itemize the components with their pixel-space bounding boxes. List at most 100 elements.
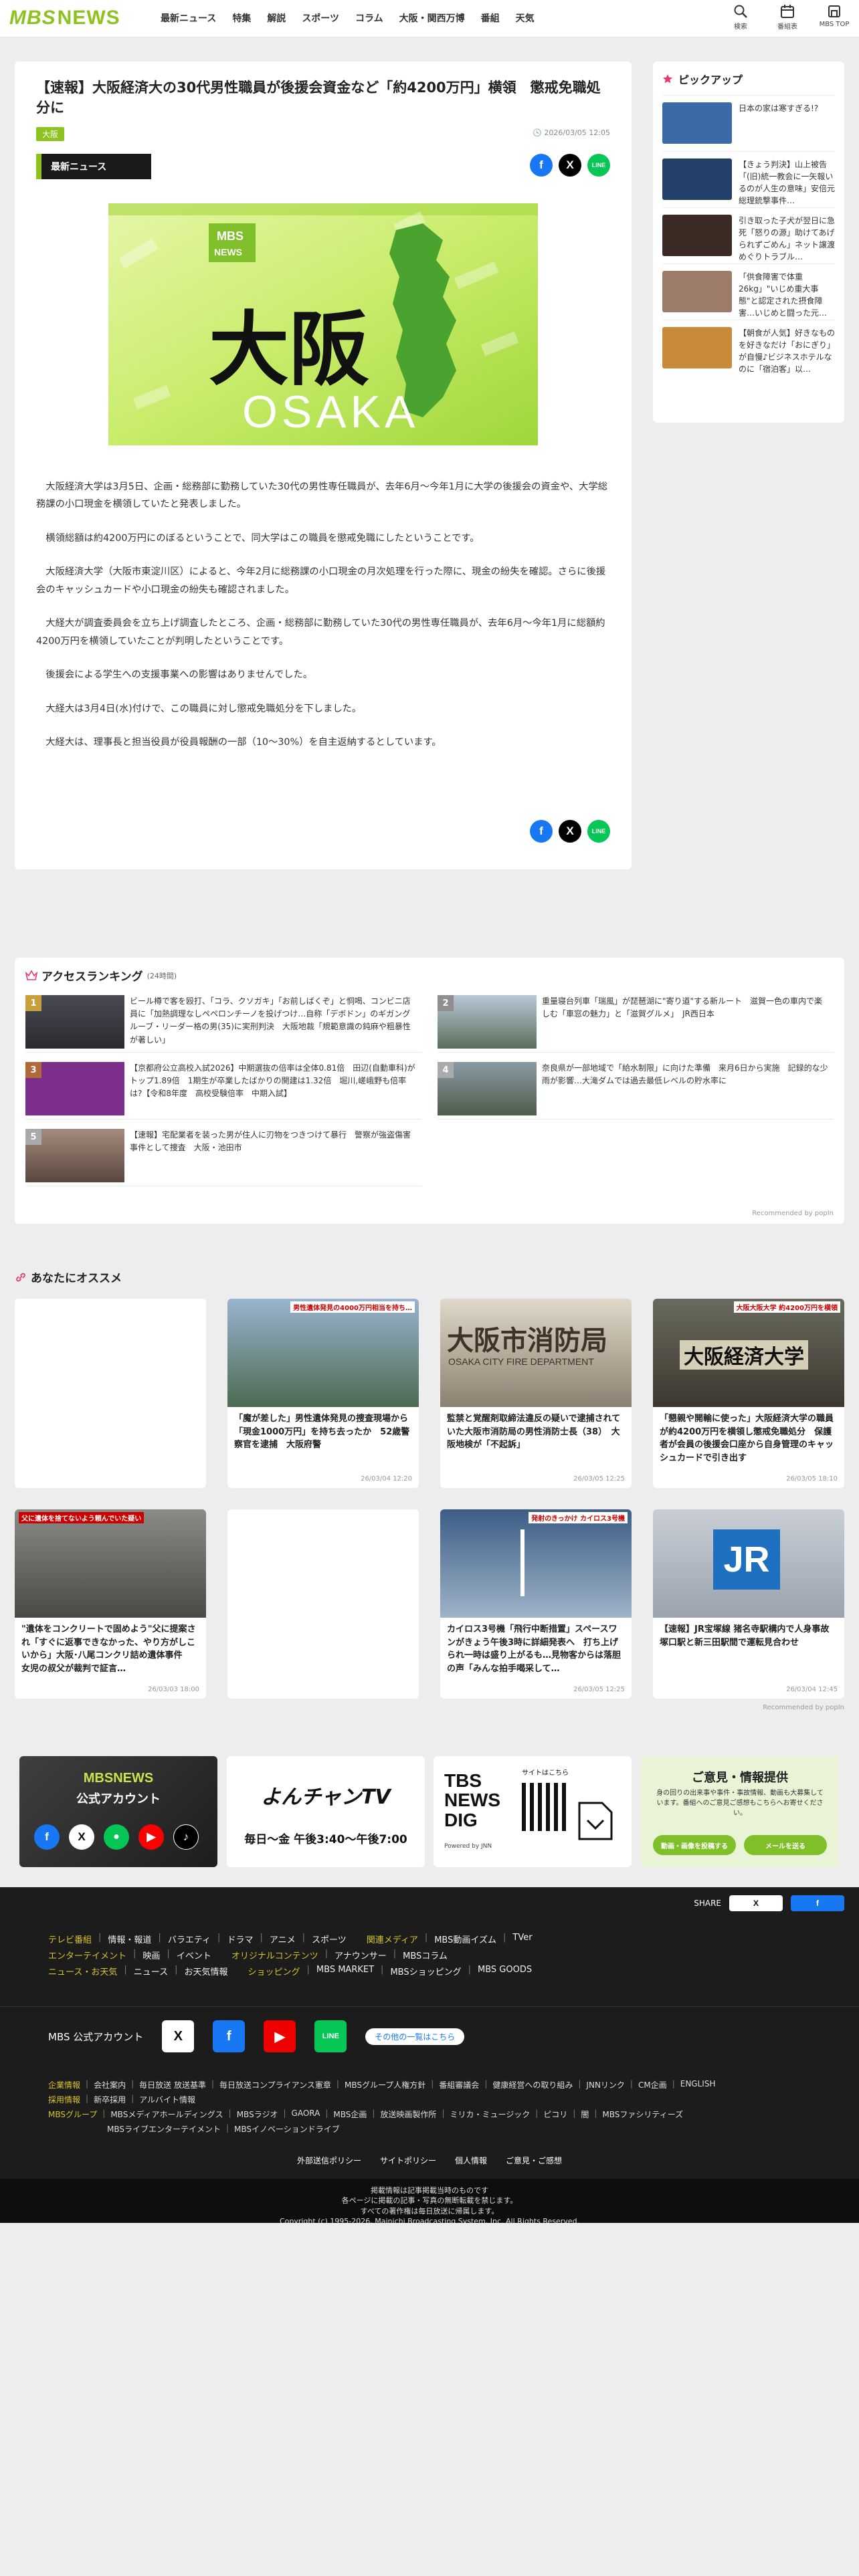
ranking-item[interactable]: 3 【京都府公立高校入試2026】中期選抜の倍率は全体0.81倍 田辺(自動車科…	[25, 1062, 421, 1119]
footer-link[interactable]: GAORA	[292, 2109, 320, 2120]
footer-link[interactable]: ENGLISH	[680, 2079, 716, 2090]
footer-link[interactable]: 情報・報道	[108, 1933, 151, 1945]
pickup-item-text: 【朝食が人気】好きなものを好きなだけ「おにぎり」が自慢♪ビジネスホテルなのに「宿…	[739, 328, 835, 374]
footer-link[interactable]: MBS企画	[333, 2109, 367, 2120]
footer-link[interactable]: 新卒採用	[94, 2094, 126, 2105]
pickup-item[interactable]: 【きょう判決】山上被告「(旧)統一教会に一矢報いるのが人生の意味」安倍元総理銃撃…	[662, 151, 835, 207]
opinion-video-button[interactable]: 動画・画像を投稿する	[653, 1835, 736, 1855]
mbs-official-banner[interactable]: MBSNEWS 公式アカウント f X ● ▶ ♪	[19, 1756, 217, 1867]
category-badge[interactable]: 大阪	[36, 127, 65, 141]
x-icon[interactable]: X	[162, 2020, 195, 2052]
footer-x-share[interactable]: X	[729, 1895, 783, 1911]
footer-link[interactable]: MBSファシリティーズ	[602, 2109, 683, 2120]
policy-link[interactable]: 個人情報	[455, 2155, 487, 2166]
opinion-mail-button[interactable]: メールを送る	[744, 1835, 827, 1855]
footer-link[interactable]: アルバイト情報	[139, 2094, 195, 2105]
official-more-link[interactable]: その他の一覧はこちら	[365, 2028, 465, 2045]
tbs-newsdig-banner[interactable]: TBS NEWS DIG Powered by JNN サイトはこちら	[434, 1756, 632, 1867]
search-button[interactable]: 検索	[725, 4, 756, 31]
recommend-card[interactable]: 発射のきっかけ カイロス3号機 カイロス3号機「飛行中断措置」スペースワンがきょ…	[440, 1509, 632, 1699]
policy-link[interactable]: サイトポリシー	[380, 2155, 436, 2166]
nav-expo[interactable]: 大阪・関西万博	[399, 11, 465, 25]
footer-link[interactable]: 映画	[142, 1949, 160, 1961]
footer-link[interactable]: 放送映画製作所	[380, 2109, 436, 2120]
footer-link[interactable]: 会社案内	[94, 2079, 126, 2090]
footer-link[interactable]: MBSショッピング	[390, 1965, 461, 1977]
footer-facebook-share[interactable]: f	[791, 1895, 844, 1911]
tbs-line3: DIG	[444, 1809, 478, 1830]
footer-link[interactable]: MBSグループ人権方針	[345, 2079, 425, 2090]
recommend-card[interactable]	[15, 1299, 206, 1488]
footer-link[interactable]: ニュース	[134, 1965, 168, 1977]
footer-link[interactable]: JNNリンク	[586, 2079, 625, 2090]
footer-link[interactable]: CM企画	[638, 2079, 667, 2090]
recommend-card[interactable]: 父に遺体を捨てないよう頼んでいた疑い "遺体をコンクリートで固めよう"父に提案さ…	[15, 1509, 206, 1699]
footer-link[interactable]: アニメ	[270, 1933, 296, 1945]
nav-sports[interactable]: スポーツ	[302, 11, 339, 25]
footer-link[interactable]: MBS MARKET	[316, 1965, 374, 1977]
footer-link[interactable]: 毎日放送 放送基準	[139, 2079, 206, 2090]
pickup-item[interactable]: 日本の家は寒すぎる!?	[662, 95, 835, 151]
copy-line: 各ページに掲載の記事・写真の無断転載を禁じます。	[341, 2196, 518, 2206]
nav-weather[interactable]: 天気	[516, 11, 535, 25]
facebook-icon[interactable]: f	[213, 2020, 246, 2052]
footer-link[interactable]: ミリカ・ミュージック	[450, 2109, 530, 2120]
schedule-button[interactable]: 番組表	[772, 4, 803, 31]
policy-link[interactable]: 外部送信ポリシー	[297, 2155, 361, 2166]
line-share-button[interactable]: LINE	[587, 820, 610, 843]
recommend-card[interactable]: 男性遺体発見の4000万円相当を持ち… 「魔が差した」男性遺体発見の捜査現場から…	[227, 1299, 419, 1488]
pickup-item[interactable]: 【朝食が人気】好きなものを好きなだけ「おにぎり」が自慢♪ビジネスホテルなのに「宿…	[662, 320, 835, 376]
footer-line: テレビ番組 | 情報・報道 | バラエティ | ドラマ | アニメ | スポーツ 関連メディア | MBS…	[48, 1933, 533, 1945]
line-icon[interactable]: LINE	[314, 2020, 347, 2052]
footer-link[interactable]: 毎日放送コンプライアンス憲章	[219, 2079, 331, 2090]
ranking-item[interactable]: 5 【速報】宅配業者を装った男が住人に刃物をつきつけて暴行 警察が強盗傷害事件と…	[25, 1129, 421, 1186]
footer-link[interactable]: MBSコラム	[403, 1949, 448, 1961]
card-image: 大阪大阪大学 約4200万円を横領 大阪経済大学	[653, 1299, 844, 1407]
page-bottom-area	[0, 2223, 859, 2576]
nav-commentary[interactable]: 解説	[267, 11, 286, 25]
footer-link[interactable]: MBSイノベーションドライブ	[234, 2123, 340, 2135]
line-share-button[interactable]: LINE	[587, 154, 610, 177]
pickup-item[interactable]: 「供食障害で体重26kg」"いじめ重大事態"と認定された摂食障害…いじめと闘った…	[662, 263, 835, 320]
pickup-thumbnail	[662, 327, 732, 368]
ranking-item[interactable]: 4 奈良県が一部地域で「給水制限」に向けた準備 来月6日から実施 記録的な少雨が…	[438, 1062, 834, 1119]
x-share-button[interactable]: X	[559, 154, 581, 177]
nav-latest[interactable]: 最新ニュース	[161, 11, 216, 25]
opinion-banner[interactable]: ご意見・情報提供 身の回りの出来事や事件・事故情報、動画も大募集しています。番組…	[641, 1756, 839, 1867]
footer-link[interactable]: TVer	[512, 1933, 532, 1945]
policy-link[interactable]: ご意見・ご感想	[506, 2155, 562, 2166]
facebook-share-button[interactable]: f	[530, 154, 553, 177]
footer-link[interactable]: スポーツ	[312, 1933, 347, 1945]
footer-link[interactable]: アナウンサー	[335, 1949, 387, 1961]
footer-link[interactable]: お天気情報	[185, 1965, 228, 1977]
footer-link[interactable]: MBS GOODS	[478, 1965, 532, 1977]
footer-link[interactable]: 健康経営への取り組み	[492, 2079, 573, 2090]
facebook-share-button[interactable]: f	[530, 820, 553, 843]
youtube-icon[interactable]: ▶	[264, 2020, 296, 2052]
footer-link[interactable]: MBS動画イズム	[434, 1933, 496, 1945]
footer-link[interactable]: MBSライブエンターテイメント	[107, 2123, 221, 2135]
footer-link[interactable]: 闇	[581, 2109, 589, 2120]
ranking-item[interactable]: 2 重量寝台列車「瑞風」が琵琶湖に"寄り道"する新ルート 滋賀一色の車内で楽しむ…	[438, 995, 834, 1053]
recommend-card[interactable]: 大阪大阪大学 約4200万円を横領 大阪経済大学 「懇親や開輸に使った」大阪経済…	[653, 1299, 844, 1488]
footer-link[interactable]: ピコリ	[543, 2109, 567, 2120]
ranking-period: (24時間)	[147, 971, 177, 980]
footer-link[interactable]: イベント	[177, 1949, 211, 1961]
pickup-item[interactable]: 引き取った子犬が翌日に急死「怒りの源」助けてあげられずごめん」ネット譲渡めぐりト…	[662, 207, 835, 263]
x-share-button[interactable]: X	[559, 820, 581, 843]
site-logo[interactable]: MBS NEWS	[9, 7, 120, 29]
footer-link[interactable]: MBSラジオ	[237, 2109, 278, 2120]
mbs-top-button[interactable]: MBS TOP	[819, 4, 850, 31]
ranking-item[interactable]: 1 ビール樽で客を殴打、「コラ、クソガキ」「お前しばくぞ」と恫喝、コンビニ店員に…	[25, 995, 421, 1053]
footer-link[interactable]: MBSメディアホールディングス	[110, 2109, 223, 2120]
recommend-card[interactable]: JR 【速報】JR宝塚線 猪名寺駅構内で人身事故 塚口駅と新三田駅間で運転見合わ…	[653, 1509, 844, 1699]
recommend-card[interactable]	[227, 1509, 419, 1699]
nav-column[interactable]: コラム	[355, 11, 383, 25]
footer-link[interactable]: ドラマ	[227, 1933, 253, 1945]
nav-programs[interactable]: 番組	[481, 11, 500, 25]
yonchan-banner[interactable]: よんチャンTV 毎日〜金 午後3:40〜午後7:00	[227, 1756, 425, 1867]
recommend-card[interactable]: 大阪市消防局 OSAKA CITY FIRE DEPARTMENT 監禁と覚醒剤…	[440, 1299, 632, 1488]
nav-feature[interactable]: 特集	[232, 11, 251, 25]
footer-link[interactable]: バラエティ	[168, 1933, 211, 1945]
footer-link[interactable]: 番組審議会	[439, 2079, 479, 2090]
